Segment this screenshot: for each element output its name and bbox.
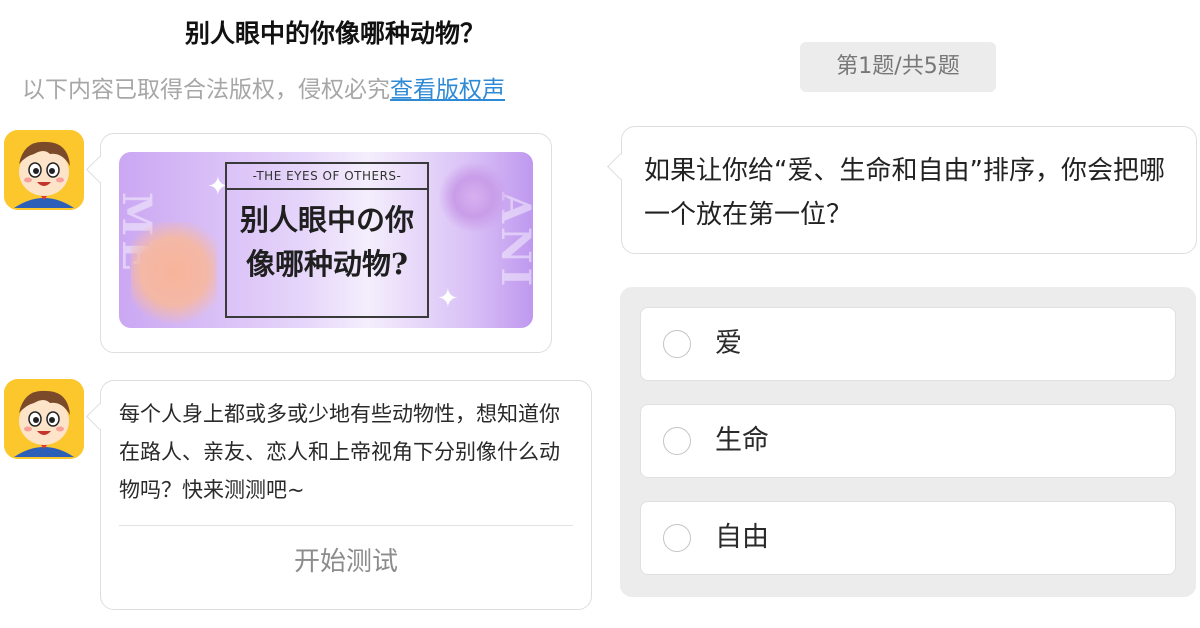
option-ziyou[interactable]: 自由 [640,501,1176,575]
option-label: 自由 [715,522,769,553]
option-shengming[interactable]: 生命 [640,404,1176,478]
bubble-tail [86,403,113,430]
radio-unchecked-icon[interactable] [663,330,691,358]
cover-title-line1: 别人眼中の你 [239,203,414,237]
avatar [4,379,84,459]
sparkle-icon: ✦ [437,284,459,314]
cover-title-line2: 像哪种动物? [246,247,408,281]
radio-unchecked-icon[interactable] [663,427,691,455]
radio-unchecked-icon[interactable] [663,524,691,552]
cat-silhouette-icon [131,222,217,328]
cover-title-frame: -THE EYES OF OTHERS- 别人眼中の你 像哪种动物? [225,162,429,318]
copyright-notice: 以下内容已取得合法版权，侵权必究查看版权声 [22,70,505,104]
question-text: 如果让你给“爱、生命和自由”排序，你会把哪一个放在第一位？ [644,156,1165,230]
rabbit-silhouette-icon [439,162,509,232]
option-ai[interactable]: 爱 [640,307,1176,381]
cover-bubble: ME ANI ✦ ✦ -THE EYES OF OTHERS- 别人眼中の你 像… [86,133,552,353]
cartoon-boy-avatar-icon [4,130,84,210]
question-progress: 第1题/共5题 [800,42,996,92]
options-panel: 爱 生命 自由 [620,287,1196,597]
bubble-tail [607,153,634,180]
intro-text: 每个人身上都或多或少地有些动物性，想知道你在路人、亲友、恋人和上帝视角下分别像什… [119,402,560,502]
cover-tag: -THE EYES OF OTHERS- [227,164,427,190]
quiz-cover-image: ME ANI ✦ ✦ -THE EYES OF OTHERS- 别人眼中の你 像… [119,152,533,328]
option-label: 生命 [715,425,769,456]
avatar [4,130,84,210]
intro-bubble: 每个人身上都或多或少地有些动物性，想知道你在路人、亲友、恋人和上帝视角下分别像什… [86,380,592,610]
bubble-tail [86,156,113,183]
copyright-link[interactable]: 查看版权声 [390,77,505,103]
page-title: 别人眼中的你像哪种动物？ [184,19,485,48]
copyright-notice-text: 以下内容已取得合法版权，侵权必究 [22,77,390,103]
divider [119,525,573,526]
cartoon-boy-avatar-icon [4,379,84,459]
question-bubble: 如果让你给“爱、生命和自由”排序，你会把哪一个放在第一位？ [607,126,1197,254]
start-test-button[interactable]: 开始测试 [101,541,591,578]
option-label: 爱 [715,328,742,359]
